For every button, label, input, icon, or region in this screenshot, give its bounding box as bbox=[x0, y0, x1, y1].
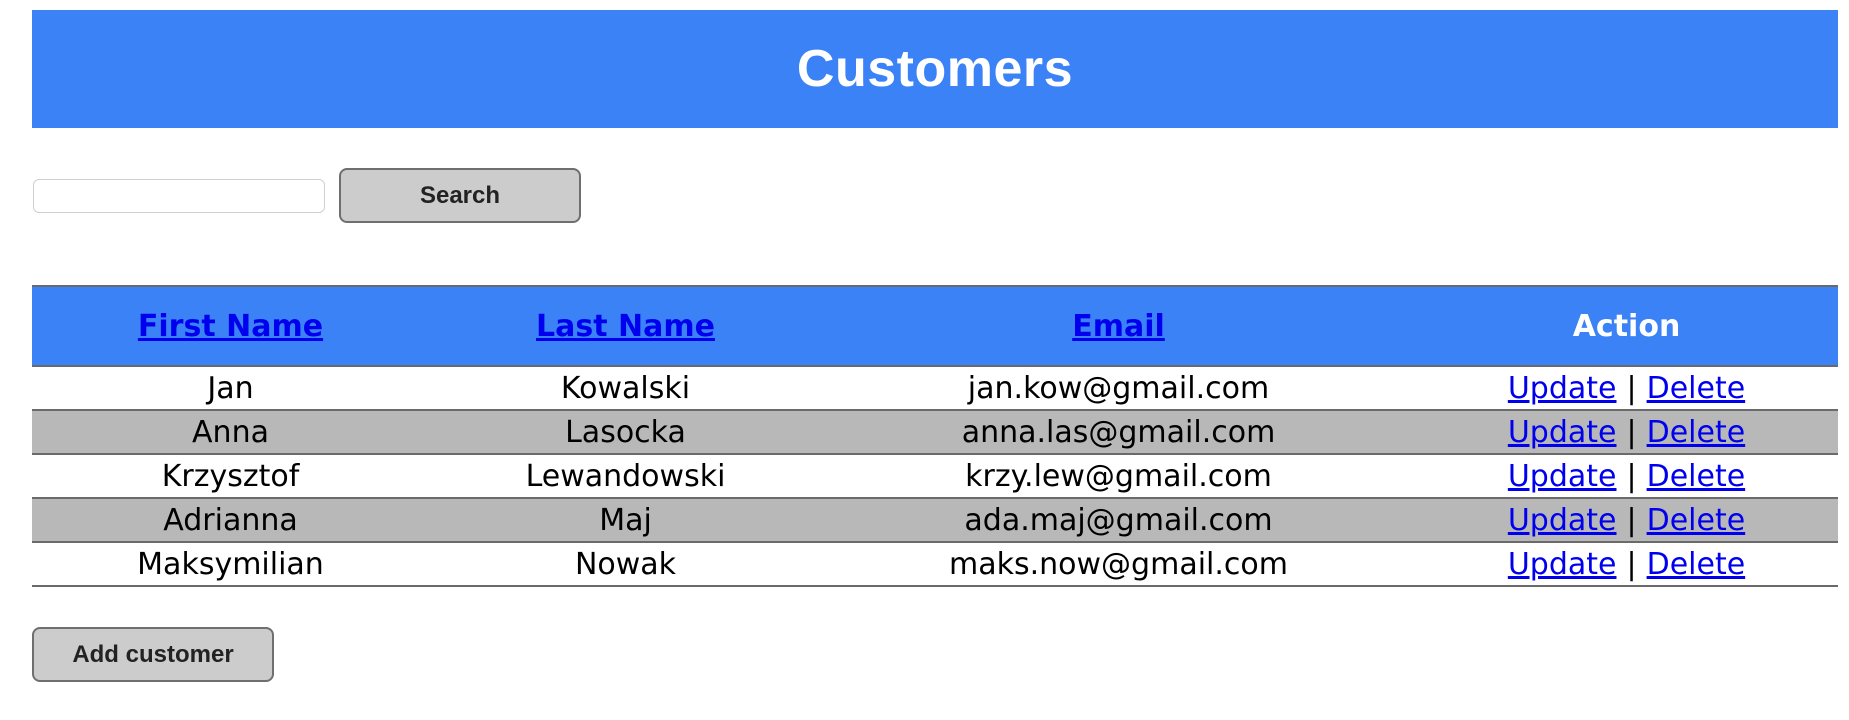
cell-action: Update | Delete bbox=[1415, 454, 1838, 499]
table-header-row: First Name Last Name Email Action bbox=[32, 285, 1838, 367]
cell-action: Update | Delete bbox=[1415, 366, 1838, 411]
column-header-first-name: First Name bbox=[32, 285, 429, 367]
cell-last-name: Lewandowski bbox=[429, 454, 822, 499]
search-input[interactable] bbox=[33, 179, 325, 213]
customers-table: First Name Last Name Email Action Jan Ko… bbox=[32, 285, 1838, 587]
customers-page: Customers Search First Name Last Name Em… bbox=[0, 0, 1849, 720]
sort-email-link[interactable]: Email bbox=[1072, 309, 1165, 344]
cell-email: ada.maj@gmail.com bbox=[822, 498, 1415, 543]
delete-link[interactable]: Delete bbox=[1647, 459, 1746, 494]
delete-link[interactable]: Delete bbox=[1647, 415, 1746, 450]
column-header-action: Action bbox=[1415, 285, 1838, 367]
column-header-email: Email bbox=[822, 285, 1415, 367]
add-customer-button[interactable]: Add customer bbox=[32, 627, 274, 682]
cell-first-name: Krzysztof bbox=[32, 454, 429, 499]
search-button[interactable]: Search bbox=[339, 168, 581, 223]
delete-link[interactable]: Delete bbox=[1647, 547, 1746, 582]
cell-action: Update | Delete bbox=[1415, 498, 1838, 543]
cell-email: anna.las@gmail.com bbox=[822, 410, 1415, 455]
cell-last-name: Maj bbox=[429, 498, 822, 543]
table-row: Jan Kowalski jan.kow@gmail.com Update | De… bbox=[32, 366, 1838, 411]
table-row: Krzysztof Lewandowski krzy.lew@gmail.com… bbox=[32, 454, 1838, 499]
cell-last-name: Nowak bbox=[429, 542, 822, 587]
cell-email: krzy.lew@gmail.com bbox=[822, 454, 1415, 499]
cell-email: maks.now@gmail.com bbox=[822, 542, 1415, 587]
sort-last-name-link[interactable]: Last Name bbox=[536, 309, 715, 344]
cell-first-name: Maksymilian bbox=[32, 542, 429, 587]
cell-email: jan.kow@gmail.com bbox=[822, 366, 1415, 411]
cell-action: Update | Delete bbox=[1415, 542, 1838, 587]
cell-first-name: Adrianna bbox=[32, 498, 429, 543]
action-separator: | bbox=[1626, 458, 1637, 494]
update-link[interactable]: Update bbox=[1508, 503, 1617, 538]
action-separator: | bbox=[1626, 502, 1637, 538]
sort-first-name-link[interactable]: First Name bbox=[138, 309, 323, 344]
table-row: Anna Lasocka anna.las@gmail.com Update | D… bbox=[32, 410, 1838, 455]
table-row: Adrianna Maj ada.maj@gmail.com Update | De… bbox=[32, 498, 1838, 543]
cell-first-name: Anna bbox=[32, 410, 429, 455]
delete-link[interactable]: Delete bbox=[1647, 371, 1746, 406]
table-row: Maksymilian Nowak maks.now@gmail.com Upd… bbox=[32, 542, 1838, 587]
cell-first-name: Jan bbox=[32, 366, 429, 411]
action-separator: | bbox=[1626, 414, 1637, 450]
update-link[interactable]: Update bbox=[1508, 547, 1617, 582]
delete-link[interactable]: Delete bbox=[1647, 503, 1746, 538]
page-header: Customers bbox=[32, 10, 1838, 128]
page-title: Customers bbox=[796, 40, 1074, 98]
column-header-last-name: Last Name bbox=[429, 285, 822, 367]
update-link[interactable]: Update bbox=[1508, 459, 1617, 494]
cell-last-name: Lasocka bbox=[429, 410, 822, 455]
cell-last-name: Kowalski bbox=[429, 366, 822, 411]
action-separator: | bbox=[1626, 370, 1637, 406]
update-link[interactable]: Update bbox=[1508, 415, 1617, 450]
update-link[interactable]: Update bbox=[1508, 371, 1617, 406]
cell-action: Update | Delete bbox=[1415, 410, 1838, 455]
action-separator: | bbox=[1626, 546, 1637, 582]
